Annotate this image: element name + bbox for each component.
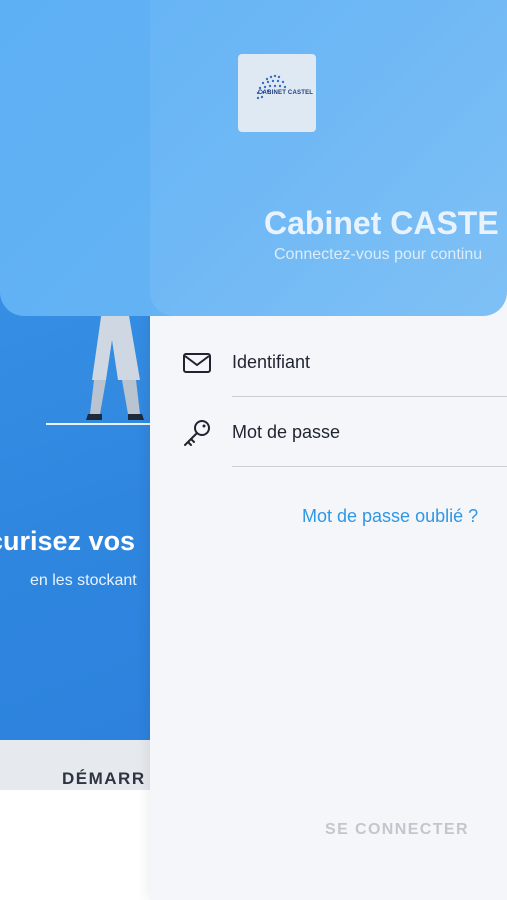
logo-text: CABINET CASTEL — [258, 90, 314, 96]
envelope-icon — [183, 353, 211, 373]
key-icon — [184, 420, 210, 446]
password-input[interactable] — [232, 414, 507, 450]
login-header-card — [0, 0, 507, 316]
username-underline — [232, 396, 507, 397]
login-button[interactable]: SE CONNECTER — [300, 812, 500, 848]
forgot-password-link[interactable]: Mot de passe oublié ? — [302, 506, 478, 527]
username-input[interactable] — [232, 344, 507, 380]
password-field-row — [150, 404, 507, 467]
onboarding-title: curisez vos — [0, 526, 136, 556]
app-title: Cabinet CASTE — [264, 205, 499, 241]
start-button[interactable]: DÉMARR — [62, 769, 146, 789]
company-logo: CABINET CASTEL — [238, 54, 316, 132]
password-underline — [232, 466, 507, 467]
onboarding-subtitle: en les stockant — [30, 572, 137, 589]
app-subtitle: Connectez-vous pour continu — [274, 246, 483, 263]
username-field-row — [150, 334, 507, 397]
header-overlay — [150, 0, 507, 316]
